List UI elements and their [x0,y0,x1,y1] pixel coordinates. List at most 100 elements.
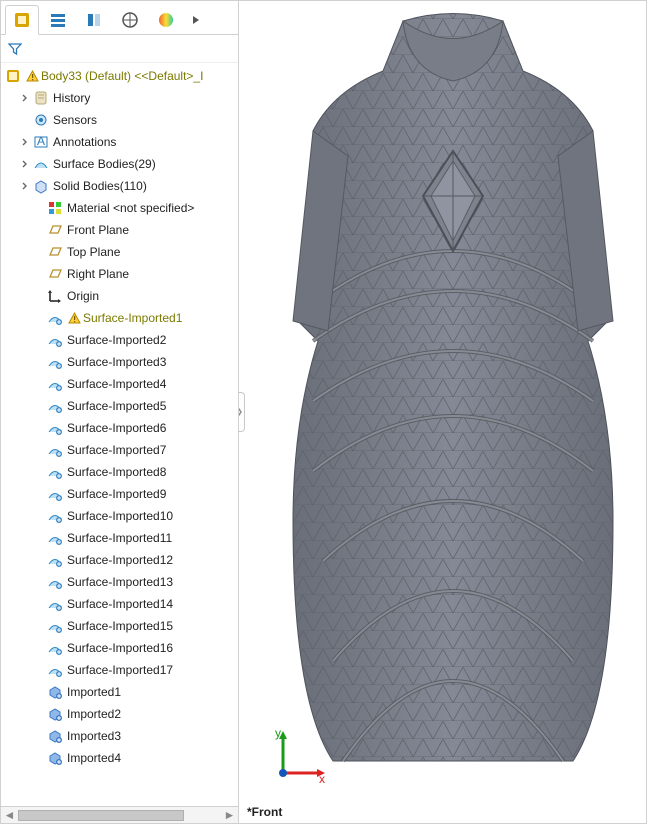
surface-icon [47,332,63,348]
feature-manager-panel: Body33 (Default) <<Default>_I History Sen… [1,1,239,823]
tree-item-im3[interactable]: Imported3 [3,725,238,747]
surface-icon [47,420,63,436]
tree-item-history[interactable]: History [3,87,238,109]
solidbody-icon [33,178,49,194]
tree-item-tplane[interactable]: Top Plane [3,241,238,263]
tree-item-label: Surface-Imported6 [67,421,166,435]
tree-item-rplane[interactable]: Right Plane [3,263,238,285]
tab-display-manager[interactable] [149,5,183,35]
tree-item-si11[interactable]: Surface-Imported11 [3,527,238,549]
panel-splitter-handle[interactable] [239,392,245,432]
feature-tree[interactable]: Body33 (Default) <<Default>_I History Sen… [1,63,238,806]
tree-item-si17[interactable]: Surface-Imported17 [3,659,238,681]
tabs-overflow[interactable] [185,5,207,35]
expand-caret-icon[interactable] [21,93,31,103]
expand-caret-icon[interactable] [21,159,31,169]
tree-item-si7[interactable]: Surface-Imported7 [3,439,238,461]
tree-item-si6[interactable]: Surface-Imported6 [3,417,238,439]
tree-item-si12[interactable]: Surface-Imported12 [3,549,238,571]
funnel-icon[interactable] [7,41,23,57]
surface-icon [47,398,63,414]
expand-caret-icon[interactable] [21,181,31,191]
imported-icon [47,684,63,700]
tree-item-si16[interactable]: Surface-Imported16 [3,637,238,659]
tree-item-si9[interactable]: Surface-Imported9 [3,483,238,505]
tree-item-si4[interactable]: Surface-Imported4 [3,373,238,395]
orientation-triad[interactable]: y x [269,727,329,787]
plane-icon [47,266,63,282]
tree-item-label: Surface-Imported2 [67,333,166,347]
tab-configuration-manager[interactable] [77,5,111,35]
tree-item-si15[interactable]: Surface-Imported15 [3,615,238,637]
tree-item-label: Surface-Imported17 [67,663,173,677]
surface-icon [47,618,63,634]
tree-item-sensors[interactable]: Sensors [3,109,238,131]
tree-item-annot[interactable]: AAnnotations [3,131,238,153]
tab-dimxpert[interactable] [113,5,147,35]
tree-item-label: Surface Bodies(29) [53,157,156,171]
surface-icon [47,640,63,656]
tree-item-si2[interactable]: Surface-Imported2 [3,329,238,351]
tree-item-origin[interactable]: Origin [3,285,238,307]
annot-icon: A [33,134,49,150]
tree-item-solidb[interactable]: Solid Bodies(110) [3,175,238,197]
tree-item-si5[interactable]: Surface-Imported5 [3,395,238,417]
surface-icon [47,530,63,546]
tree-item-label: Surface-Imported1 [83,311,182,325]
tree-item-label: Surface-Imported11 [67,531,172,545]
graphics-viewport[interactable]: y x *Front [239,1,646,823]
surface-icon [47,552,63,568]
tree-item-label: Imported3 [67,729,121,743]
tree-item-label: Surface-Imported7 [67,443,166,457]
tree-hscrollbar[interactable]: ◄ ► [1,806,238,823]
tree-item-fplane[interactable]: Front Plane [3,219,238,241]
surface-icon [47,486,63,502]
tree-item-label: Material <not specified> [67,201,194,215]
tree-root[interactable]: Body33 (Default) <<Default>_I [3,65,238,87]
tree-item-label: Surface-Imported13 [67,575,173,589]
tree-item-si14[interactable]: Surface-Imported14 [3,593,238,615]
tree-item-label: Surface-Imported16 [67,641,173,655]
hscroll-left[interactable]: ◄ [1,807,18,824]
tree-item-label: Imported1 [67,685,121,699]
tree-item-label: Imported4 [67,751,121,765]
hscroll-thumb[interactable] [18,810,184,821]
surface-icon [47,574,63,590]
tree-root-label: Body33 (Default) <<Default>_I [41,69,203,83]
feature-filter-row [1,35,238,63]
tab-property-manager[interactable] [41,5,75,35]
sensor-icon [33,112,49,128]
tree-item-label: Surface-Imported5 [67,399,166,413]
surface-icon [47,508,63,524]
tab-feature-tree[interactable] [5,5,39,35]
surface-icon [47,662,63,678]
view-name-label: *Front [247,805,282,819]
warning-icon [25,69,39,83]
tree-item-label: Surface-Imported10 [67,509,173,523]
surface-icon [47,596,63,612]
tree-item-si1[interactable]: Surface-Imported1 [3,307,238,329]
tree-item-im4[interactable]: Imported4 [3,747,238,769]
tree-item-si8[interactable]: Surface-Imported8 [3,461,238,483]
tree-item-si10[interactable]: Surface-Imported10 [3,505,238,527]
tree-item-si13[interactable]: Surface-Imported13 [3,571,238,593]
plane-icon [47,244,63,260]
part-icon [5,68,21,84]
tree-item-label: Sensors [53,113,97,127]
tree-item-label: Right Plane [67,267,129,281]
tree-item-label: Surface-Imported4 [67,377,166,391]
tree-item-im2[interactable]: Imported2 [3,703,238,725]
tree-item-material[interactable]: Material <not specified> [3,197,238,219]
expand-caret-icon[interactable] [21,137,31,147]
surface-icon [47,464,63,480]
hscroll-right[interactable]: ► [221,807,238,824]
tree-item-label: Surface-Imported12 [67,553,173,567]
tree-item-si3[interactable]: Surface-Imported3 [3,351,238,373]
tree-item-label: Solid Bodies(110) [53,179,147,193]
model-render [259,1,646,799]
tree-item-im1[interactable]: Imported1 [3,681,238,703]
imported-icon [47,706,63,722]
model-svg [273,1,633,781]
tree-item-label: Imported2 [67,707,121,721]
tree-item-surfb[interactable]: Surface Bodies(29) [3,153,238,175]
